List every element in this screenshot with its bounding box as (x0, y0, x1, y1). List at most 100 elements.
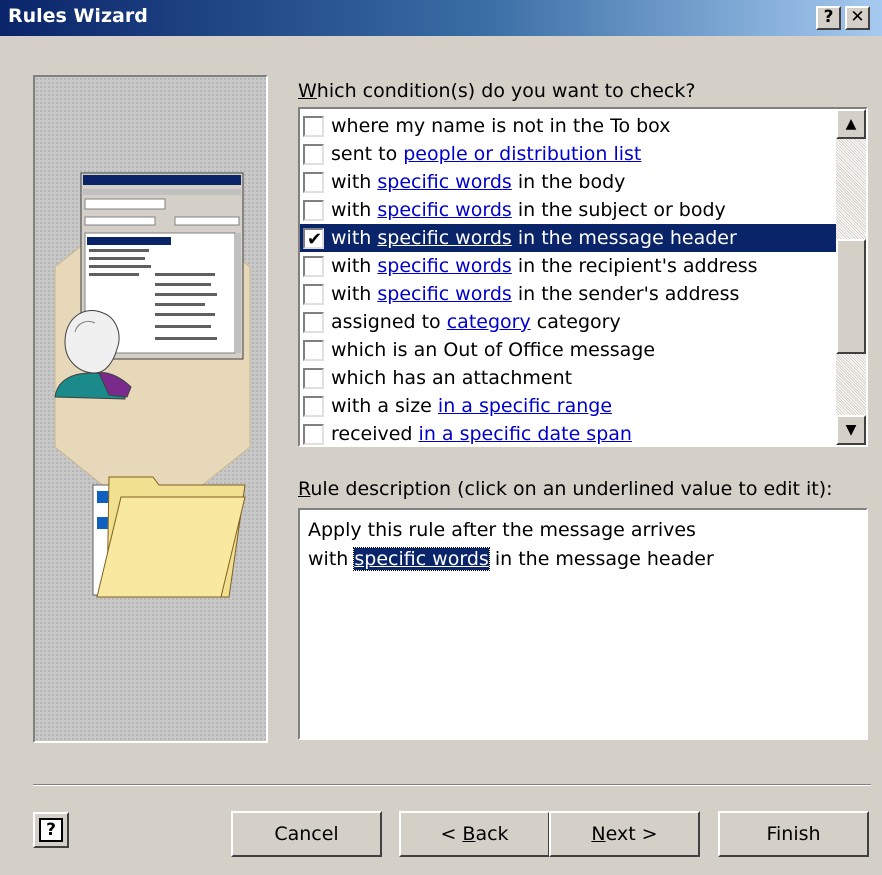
title-bar[interactable]: Rules Wizard ? ✕ (0, 0, 882, 36)
condition-item[interactable]: ✔ with specific words in the sender's add… (300, 280, 836, 308)
condition-item[interactable]: ✔ which is an Out of Office message (300, 336, 836, 364)
help-button[interactable]: ? (33, 812, 69, 848)
wizard-illustration (33, 75, 268, 743)
condition-value-link[interactable]: specific words (377, 227, 511, 249)
condition-checkbox[interactable]: ✔ (303, 396, 324, 417)
condition-value-link[interactable]: specific words (377, 255, 511, 277)
condition-text-prefix: received (331, 423, 419, 445)
next-button-rest: ext > (605, 823, 658, 845)
conditions-label: Which condition(s) do you want to check? (298, 80, 695, 102)
close-button[interactable]: ✕ (845, 6, 870, 30)
condition-text-prefix: assigned to (331, 311, 447, 333)
condition-item[interactable]: ✔ received in a specific date span (300, 420, 836, 445)
back-button-rest: ack (475, 823, 509, 845)
conditions-list[interactable]: ✔ where my name is not in the To box ✔ sent… (298, 107, 868, 447)
condition-text-prefix: which has an attachment (331, 367, 573, 389)
conditions-label-text: hich condition(s) do you want to check? (316, 80, 696, 102)
condition-value-link[interactable]: category (447, 311, 531, 333)
rule-description-line-1: Apply this rule after the message arrive… (308, 519, 696, 541)
condition-text-suffix: in the subject or body (511, 199, 726, 221)
next-button[interactable]: Next > (549, 811, 700, 857)
scroll-down-button[interactable]: ▼ (836, 415, 866, 445)
condition-checkbox[interactable]: ✔ (303, 172, 324, 193)
condition-text: with specific words in the body (331, 168, 625, 196)
condition-text: sent to people or distribution list (331, 140, 641, 168)
rule-description-box[interactable]: Apply this rule after the message arrive… (298, 508, 868, 740)
condition-text: with specific words in the subject or bo… (331, 196, 726, 224)
scroll-thumb[interactable] (836, 239, 866, 354)
condition-text-suffix: in the recipient's address (511, 255, 758, 277)
wizard-illustration-graphic (54, 172, 251, 598)
condition-value-link[interactable]: in a specific range (438, 395, 612, 417)
condition-checkbox[interactable]: ✔ (303, 312, 324, 333)
condition-text: with a size in a specific range (331, 392, 612, 420)
condition-item[interactable]: ✔ with specific words in the recipient's … (300, 252, 836, 280)
scroll-up-button[interactable]: ▲ (836, 109, 866, 139)
condition-value-link[interactable]: specific words (377, 283, 511, 305)
condition-checkbox[interactable]: ✔ (303, 116, 324, 137)
rule-description-line-2: with specific words in the message heade… (308, 545, 858, 574)
condition-text-prefix: with (331, 227, 378, 249)
back-button-hotkey: B (462, 823, 476, 845)
condition-checkbox[interactable]: ✔ (303, 284, 324, 305)
condition-item[interactable]: ✔ with specific words in the body (300, 168, 836, 196)
condition-checkbox[interactable]: ✔ (303, 340, 324, 361)
condition-text-prefix: with (331, 255, 378, 277)
condition-value-link[interactable]: people or distribution list (403, 143, 641, 165)
condition-checkbox[interactable]: ✔ (303, 144, 324, 165)
condition-checkbox[interactable]: ✔ (303, 256, 324, 277)
window-title: Rules Wizard (8, 5, 148, 27)
condition-checkbox[interactable]: ✔ (303, 200, 324, 221)
rules-wizard-dialog: Rules Wizard ? ✕ Which condition(s) do y… (0, 0, 882, 875)
condition-item[interactable]: ✔ sent to people or distribution list (300, 140, 836, 168)
footer-divider (33, 784, 871, 786)
condition-item[interactable]: ✔ with specific words in the subject or b… (300, 196, 836, 224)
condition-text-suffix: category (530, 311, 621, 333)
rule-description-label-hotkey: R (298, 478, 311, 500)
back-button-prefix: < (440, 823, 463, 845)
condition-text-suffix: in the sender's address (511, 283, 740, 305)
condition-text-suffix: in the body (511, 171, 626, 193)
help-title-button[interactable]: ? (816, 6, 841, 30)
rule-description-line-2-prefix: with (308, 548, 355, 570)
condition-text-prefix: with a size (331, 395, 438, 417)
condition-text-prefix: which is an Out of Office message (331, 339, 656, 361)
condition-text: assigned to category category (331, 308, 621, 336)
condition-text-prefix: with (331, 283, 378, 305)
condition-text: received in a specific date span (331, 420, 632, 445)
back-button[interactable]: < Back (399, 811, 550, 857)
condition-text: where my name is not in the To box (331, 112, 670, 140)
condition-item[interactable]: ✔ with specific words in the message head… (300, 224, 836, 252)
specific-words-link[interactable]: specific words (353, 547, 490, 571)
condition-checkbox[interactable]: ✔ (303, 368, 324, 389)
help-icon: ? (39, 818, 63, 842)
next-button-hotkey: N (591, 823, 606, 845)
condition-text-prefix: with (331, 171, 378, 193)
condition-text: which is an Out of Office message (331, 336, 655, 364)
condition-item[interactable]: ✔ assigned to category category (300, 308, 836, 336)
condition-item[interactable]: ✔ which has an attachment (300, 364, 836, 392)
condition-text: which has an attachment (331, 364, 572, 392)
condition-text: with specific words in the recipient's a… (331, 252, 758, 280)
condition-value-link[interactable]: in a specific date span (419, 423, 632, 445)
condition-text-prefix: sent to (331, 143, 404, 165)
cancel-button[interactable]: Cancel (231, 811, 382, 857)
conditions-label-hotkey: W (298, 80, 317, 102)
condition-text: with specific words in the sender's addr… (331, 280, 739, 308)
condition-text-prefix: with (331, 199, 378, 221)
checkmark-icon: ✔ (307, 229, 323, 250)
finish-button[interactable]: Finish (718, 811, 869, 857)
conditions-scrollbar[interactable]: ▲ ▼ (836, 109, 866, 445)
condition-checkbox[interactable]: ✔ (303, 424, 324, 445)
condition-checkbox[interactable]: ✔ (303, 228, 324, 250)
condition-item[interactable]: ✔ where my name is not in the To box (300, 112, 836, 140)
condition-text-suffix: in the message header (511, 227, 737, 249)
condition-value-link[interactable]: specific words (377, 171, 511, 193)
condition-item[interactable]: ✔ with a size in a specific range (300, 392, 836, 420)
condition-text-prefix: where my name is not in the To box (331, 115, 671, 137)
rule-description-label-text: ule description (click on an underlined … (310, 478, 833, 500)
condition-value-link[interactable]: specific words (377, 199, 511, 221)
rule-description-label: Rule description (click on an underlined… (298, 478, 833, 500)
rule-description-line-2-suffix: in the message header (488, 548, 714, 570)
conditions-rows: ✔ where my name is not in the To box ✔ sent… (300, 112, 836, 445)
